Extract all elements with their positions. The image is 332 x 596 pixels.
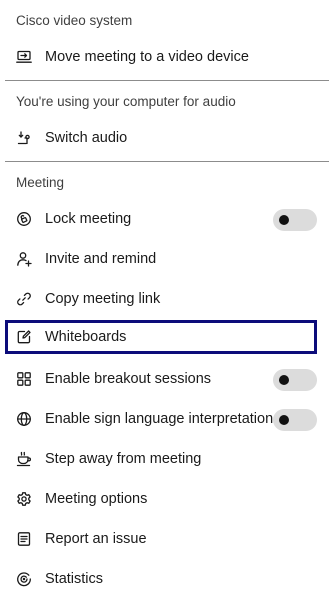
enable-breakout-sessions-toggle[interactable] [273,369,317,391]
statistics-item[interactable]: Statistics [5,562,317,596]
report-an-issue-label: Report an issue [45,531,147,547]
invite-and-remind-label: Invite and remind [45,251,157,267]
gear-icon [16,491,32,507]
switch-audio-icon [16,130,32,146]
move-meeting-to-video-device-label: Move meeting to a video device [45,49,249,65]
statistics-icon [16,571,32,587]
step-away-from-meeting-item[interactable]: Step away from meeting [5,442,317,476]
divider [5,161,329,162]
laptop-arrow-icon [16,49,32,65]
switch-audio-item[interactable]: Switch audio [5,121,317,155]
toggle-knob [279,215,289,225]
whiteboards-item[interactable]: Whiteboards [5,320,317,354]
meeting-options-label: Meeting options [45,491,148,507]
link-icon [16,291,32,307]
enable-sign-language-interpretation-item[interactable]: Enable sign language interpretation [5,402,317,436]
toggle-knob [279,415,289,425]
section-header-meeting: Meeting [16,175,65,190]
move-meeting-to-video-device-item[interactable]: Move meeting to a video device [5,40,317,74]
statistics-label: Statistics [45,571,104,587]
report-document-icon [16,531,32,547]
enable-sign-language-interpretation-toggle[interactable] [273,409,317,431]
section-header-video-system: Cisco video system [16,13,133,28]
report-an-issue-item[interactable]: Report an issue [5,522,317,556]
step-away-from-meeting-label: Step away from meeting [45,451,202,467]
whiteboards-label: Whiteboards [45,329,127,345]
copy-meeting-link-label: Copy meeting link [45,291,161,307]
invite-and-remind-item[interactable]: Invite and remind [5,242,317,276]
globe-icon [16,411,32,427]
copy-meeting-link-item[interactable]: Copy meeting link [5,282,317,316]
coffee-cup-icon [16,451,32,467]
section-header-audio: You're using your computer for audio [16,94,236,109]
invite-person-icon [16,251,32,267]
lock-meeting-icon [16,211,32,227]
enable-breakout-sessions-label: Enable breakout sessions [45,371,212,387]
toggle-knob [279,375,289,385]
lock-meeting-item[interactable]: Lock meeting [5,202,317,236]
divider [5,80,329,81]
lock-meeting-toggle[interactable] [273,209,317,231]
enable-breakout-sessions-item[interactable]: Enable breakout sessions [5,362,317,396]
lock-meeting-label: Lock meeting [45,211,132,227]
whiteboard-icon [16,329,32,345]
enable-sign-language-interpretation-label: Enable sign language interpretation [45,411,274,427]
switch-audio-label: Switch audio [45,130,128,146]
meeting-options-item[interactable]: Meeting options [5,482,317,516]
meeting-more-options-menu: Cisco video system Move meeting to a vid… [0,0,332,596]
breakout-grid-icon [16,371,32,387]
